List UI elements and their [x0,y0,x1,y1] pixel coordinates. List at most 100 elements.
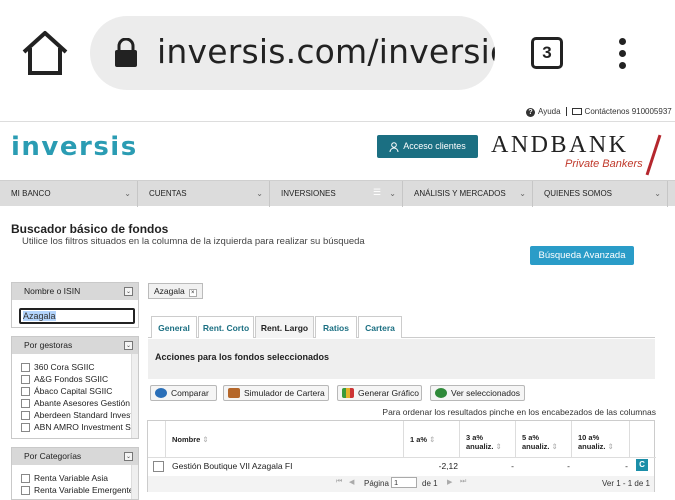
page-title: Buscador básico de fondos [11,222,169,236]
header-label: 1 a% [410,435,428,444]
return-1y: -2,12 [438,461,458,471]
select-column-header [148,421,166,457]
isin-filter-panel: Nombre o ISIN ⌄ Azagala [11,282,139,328]
last-page-icon[interactable]: ⏭ [460,478,466,486]
tab-cartera[interactable]: Cartera [358,316,402,338]
option-label: Aberdeen Standard Investments [34,410,138,420]
managers-filter-panel: Por gestoras ⌄ 360 Cora SGIIC A&G Fondos … [11,336,139,439]
checkbox[interactable] [21,411,30,421]
checkbox[interactable] [21,486,30,496]
chart-icon [342,388,354,398]
chevron-down-icon: ⌄ [654,189,661,198]
generate-chart-button[interactable]: Generar Gráfico [337,385,422,401]
manager-option[interactable]: ABN AMRO Investment Solutions [12,421,138,433]
fund-name[interactable]: Gestión Boutique VII Azagala FI [172,459,293,473]
andbank-tagline: Private Bankers [565,158,643,170]
scrollbar[interactable] [131,354,138,438]
manager-option[interactable]: A&G Fondos SGIIC [12,373,138,385]
column-header-10y[interactable]: 10 a% anualiz. ⇕ [572,421,630,457]
divider [0,121,675,122]
briefcase-icon [228,388,240,398]
category-option[interactable]: Renta Variable Emergente [12,484,138,496]
panel-title: Por gestoras [24,340,73,350]
contract-button[interactable]: C [636,459,648,471]
first-page-icon[interactable]: ⏮ [336,478,342,486]
inversis-logo[interactable]: inversis [11,132,138,162]
browser-chrome: inversis.com/inversiones 3 [0,0,675,104]
collapse-icon[interactable]: ⌄ [124,452,133,461]
categories-filter-panel: Por Categorías ⌄ Renta Variable Asia Rent… [11,447,139,500]
results-table: Nombre ⇕ 1 a% ⇕ 3 a% anualiz. ⇕ 5 a% anuali… [147,420,656,492]
remove-chip-icon[interactable]: × [188,289,197,297]
chevron-down-icon: ⌄ [256,189,263,198]
checkbox[interactable] [21,363,30,373]
option-label: Ábaco Capital SGIIC [34,386,113,396]
panel-header: Por Categorías ⌄ [12,448,138,465]
divider [565,107,567,117]
category-option[interactable]: Renta Variable Asia [12,472,138,484]
tab-rent-largo[interactable]: Rent. Largo [255,316,314,338]
compare-button[interactable]: Comparar [150,385,217,401]
sort-icon: ⇕ [429,435,436,444]
isin-search-input[interactable]: Azagala [19,308,135,324]
nav-cuentas[interactable]: CUENTAS ⌄ [138,181,270,207]
return-5y: - [567,461,570,471]
more-menu-icon[interactable] [612,38,632,78]
manager-option[interactable]: 360 Cora SGIIC [12,361,138,373]
andbank-logo: ANDBANK [491,132,629,158]
manager-option[interactable]: Ábaco Capital SGIIC [12,385,138,397]
isin-input-value: Azagala [23,311,56,321]
column-header-1y[interactable]: 1 a% ⇕ [404,421,460,457]
checkbox[interactable] [21,399,30,409]
scrollbar[interactable] [131,465,138,499]
page-label: Página [364,479,389,488]
next-page-icon[interactable]: ▶ [447,478,452,486]
portfolio-simulator-button[interactable]: Simulador de Cartera [223,385,329,401]
header-label: Nombre [172,435,201,444]
utility-bar: ? Ayuda Contáctenos 910005937 [0,104,675,122]
tab-switcher-button[interactable]: 3 [531,37,563,69]
collapse-icon[interactable]: ⌄ [124,287,133,296]
home-icon[interactable] [20,30,70,76]
checkbox[interactable] [21,387,30,397]
nav-mi-banco[interactable]: MI BANCO ⌄ [0,181,138,207]
tab-ratios[interactable]: Ratios [315,316,357,338]
column-header-5y[interactable]: 5 a% anualiz. ⇕ [516,421,572,457]
tab-rent-corto[interactable]: Rent. Corto [198,316,254,338]
checkbox[interactable] [21,375,30,385]
row-checkbox[interactable] [153,461,164,472]
pagination-bar: ⏮ ◀ Página 1 de 1 ▶ ⏭ Ver 1 - 1 de 1 [148,476,654,492]
column-header-nombre[interactable]: Nombre ⇕ [166,421,404,457]
url-bar[interactable]: inversis.com/inversiones [90,16,495,90]
manager-option[interactable]: Aberdeen Standard Investments [12,409,138,421]
contact-link[interactable]: Contáctenos 910005937 [585,107,672,116]
prev-page-icon[interactable]: ◀ [349,478,354,486]
checkbox[interactable] [21,474,30,484]
actions-title: Acciones para los fondos seleccionados [155,352,330,362]
nav-quienes-somos[interactable]: QUIENES SOMOS ⌄ [533,181,668,207]
header-label: 5 a% anualiz. [522,433,550,451]
tab-general[interactable]: General [151,316,197,338]
help-link[interactable]: Ayuda [538,107,561,116]
column-header-3y[interactable]: 3 a% anualiz. ⇕ [460,421,516,457]
checkbox[interactable] [21,423,30,433]
nav-label: QUIENES SOMOS [544,189,613,198]
chevron-down-icon: ⌄ [389,189,396,198]
return-10y: - [625,461,628,471]
sort-icon: ⇕ [202,435,209,444]
chevron-down-icon: ⌄ [124,189,131,198]
manager-option[interactable]: Abante Asesores Gestión SGIIC [12,397,138,409]
advanced-search-button[interactable]: Búsqueda Avanzada [530,246,634,265]
header-label: 10 a% anualiz. [578,433,606,451]
return-3y: - [511,461,514,471]
nav-inversiones[interactable]: INVERSIONES ☰ ⌄ [270,181,403,207]
sort-icon: ⇕ [607,442,614,451]
view-selected-button[interactable]: Ver seleccionados [430,385,525,401]
page-number-input[interactable]: 1 [391,477,417,488]
collapse-icon[interactable]: ⌄ [124,341,133,350]
eye-icon [435,388,447,398]
login-button[interactable]: Acceso clientes [377,135,478,158]
main-nav: MI BANCO ⌄ CUENTAS ⌄ INVERSIONES ☰ ⌄ ANÁLISI… [0,180,675,207]
nav-label: ANÁLISIS Y MERCADOS [414,189,506,198]
nav-analisis-mercados[interactable]: ANÁLISIS Y MERCADOS ⌄ [403,181,533,207]
